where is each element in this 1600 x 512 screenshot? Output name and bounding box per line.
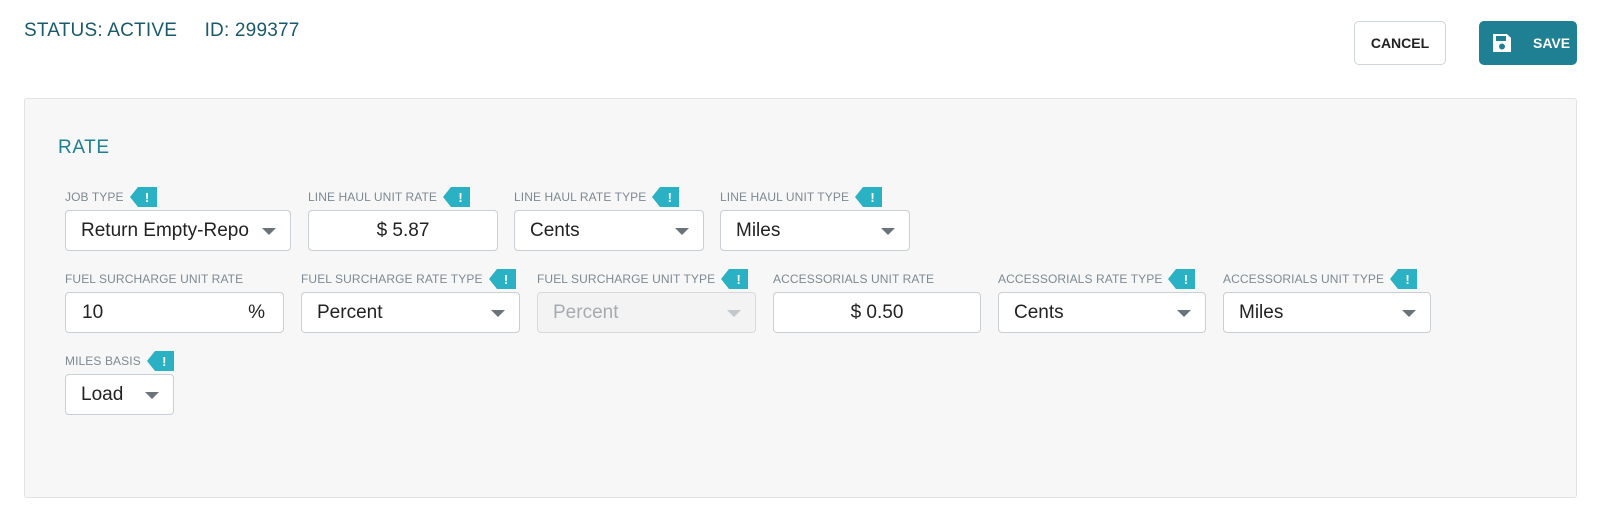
fuel-surcharge-unit-type-label: FUEL SURCHARGE UNIT TYPE — [537, 272, 716, 286]
save-button[interactable]: SAVE — [1479, 21, 1577, 65]
chevron-down-icon — [1402, 310, 1416, 317]
job-type-label: JOB TYPE — [65, 190, 124, 204]
line-haul-unit-rate-field: LINE HAUL UNIT RATE ! $ 5.87 — [308, 187, 498, 251]
top-bar: STATUS: ACTIVE ID: 299377 CANCEL SAVE — [0, 0, 1600, 80]
line-haul-unit-rate-input[interactable]: $ 5.87 — [308, 210, 498, 251]
line-haul-rate-type-select[interactable]: Cents — [514, 210, 704, 251]
accessorials-rate-type-field: ACCESSORIALS RATE TYPE ! Cents — [998, 269, 1206, 333]
line-haul-unit-type-field: LINE HAUL UNIT TYPE ! Miles — [720, 187, 910, 251]
line-haul-unit-type-label: LINE HAUL UNIT TYPE — [720, 190, 850, 204]
fuel-surcharge-unit-rate-field: FUEL SURCHARGE UNIT RATE 10 % — [65, 269, 284, 333]
accessorials-rate-type-value: Cents — [1014, 301, 1064, 323]
info-tag-icon[interactable]: ! — [129, 187, 157, 207]
status-text: STATUS: ACTIVE — [24, 20, 178, 41]
fuel-surcharge-unit-rate-value: 10 — [82, 301, 104, 323]
info-tag-icon[interactable]: ! — [652, 187, 680, 207]
line-haul-rate-type-field: LINE HAUL RATE TYPE ! Cents — [514, 187, 704, 251]
line-haul-rate-type-value: Cents — [530, 219, 580, 241]
rate-panel: RATE JOB TYPE ! Return Empty-Repo LINE H… — [24, 98, 1577, 498]
line-haul-unit-type-value: Miles — [736, 219, 781, 241]
section-title: RATE — [58, 137, 110, 158]
status-line: STATUS: ACTIVE ID: 299377 — [24, 20, 300, 42]
fuel-surcharge-unit-type-value: Percent — [553, 301, 619, 323]
line-haul-unit-rate-label: LINE HAUL UNIT RATE — [308, 190, 438, 204]
fuel-surcharge-unit-type-select: Percent — [537, 292, 756, 333]
chevron-down-icon — [675, 228, 689, 235]
info-tag-icon[interactable]: ! — [855, 187, 883, 207]
info-tag-icon[interactable]: ! — [146, 351, 174, 371]
chevron-down-icon — [727, 310, 741, 317]
miles-basis-value: Load — [81, 383, 124, 405]
accessorials-unit-rate-value: $ 0.50 — [850, 301, 904, 323]
cancel-button[interactable]: CANCEL — [1354, 21, 1446, 65]
accessorials-rate-type-label: ACCESSORIALS RATE TYPE — [998, 272, 1163, 286]
line-haul-unit-rate-value: $ 5.87 — [376, 219, 430, 241]
info-tag-icon[interactable]: ! — [721, 269, 749, 289]
chevron-down-icon — [491, 310, 505, 317]
fuel-surcharge-rate-type-label: FUEL SURCHARGE RATE TYPE — [301, 272, 483, 286]
info-tag-icon[interactable]: ! — [443, 187, 471, 207]
floppy-disk-icon — [1489, 30, 1515, 56]
fuel-surcharge-rate-type-select[interactable]: Percent — [301, 292, 520, 333]
miles-basis-field: MILES BASIS ! Load — [65, 351, 174, 415]
record-id: ID: 299377 — [204, 20, 300, 41]
chevron-down-icon — [881, 228, 895, 235]
accessorials-rate-type-select[interactable]: Cents — [998, 292, 1206, 333]
accessorials-unit-rate-field: ACCESSORIALS UNIT RATE $ 0.50 — [773, 269, 981, 333]
fuel-surcharge-unit-rate-input[interactable]: 10 % — [65, 292, 284, 333]
accessorials-unit-type-value: Miles — [1239, 301, 1284, 323]
info-tag-icon[interactable]: ! — [1390, 269, 1418, 289]
accessorials-unit-rate-label: ACCESSORIALS UNIT RATE — [773, 272, 935, 286]
chevron-down-icon — [145, 392, 159, 399]
info-tag-icon[interactable]: ! — [488, 269, 516, 289]
accessorials-unit-type-select[interactable]: Miles — [1223, 292, 1431, 333]
percent-unit: % — [248, 302, 265, 323]
fuel-surcharge-unit-rate-label: FUEL SURCHARGE UNIT RATE — [65, 272, 244, 286]
fuel-surcharge-unit-type-field: FUEL SURCHARGE UNIT TYPE ! Percent — [537, 269, 756, 333]
miles-basis-label: MILES BASIS — [65, 354, 141, 368]
accessorials-unit-type-label: ACCESSORIALS UNIT TYPE — [1223, 272, 1385, 286]
accessorials-unit-type-field: ACCESSORIALS UNIT TYPE ! Miles — [1223, 269, 1431, 333]
info-tag-icon[interactable]: ! — [1168, 269, 1196, 289]
line-haul-rate-type-label: LINE HAUL RATE TYPE — [514, 190, 647, 204]
fuel-surcharge-rate-type-field: FUEL SURCHARGE RATE TYPE ! Percent — [301, 269, 520, 333]
job-type-value: Return Empty-Repo — [81, 219, 249, 241]
job-type-select[interactable]: Return Empty-Repo — [65, 210, 291, 251]
fuel-surcharge-rate-type-value: Percent — [317, 301, 383, 323]
accessorials-unit-rate-input[interactable]: $ 0.50 — [773, 292, 981, 333]
save-label: SAVE — [1533, 35, 1571, 51]
chevron-down-icon — [1177, 310, 1191, 317]
miles-basis-select[interactable]: Load — [65, 374, 174, 415]
chevron-down-icon — [262, 228, 276, 235]
line-haul-unit-type-select[interactable]: Miles — [720, 210, 910, 251]
job-type-field: JOB TYPE ! Return Empty-Repo — [65, 187, 291, 251]
